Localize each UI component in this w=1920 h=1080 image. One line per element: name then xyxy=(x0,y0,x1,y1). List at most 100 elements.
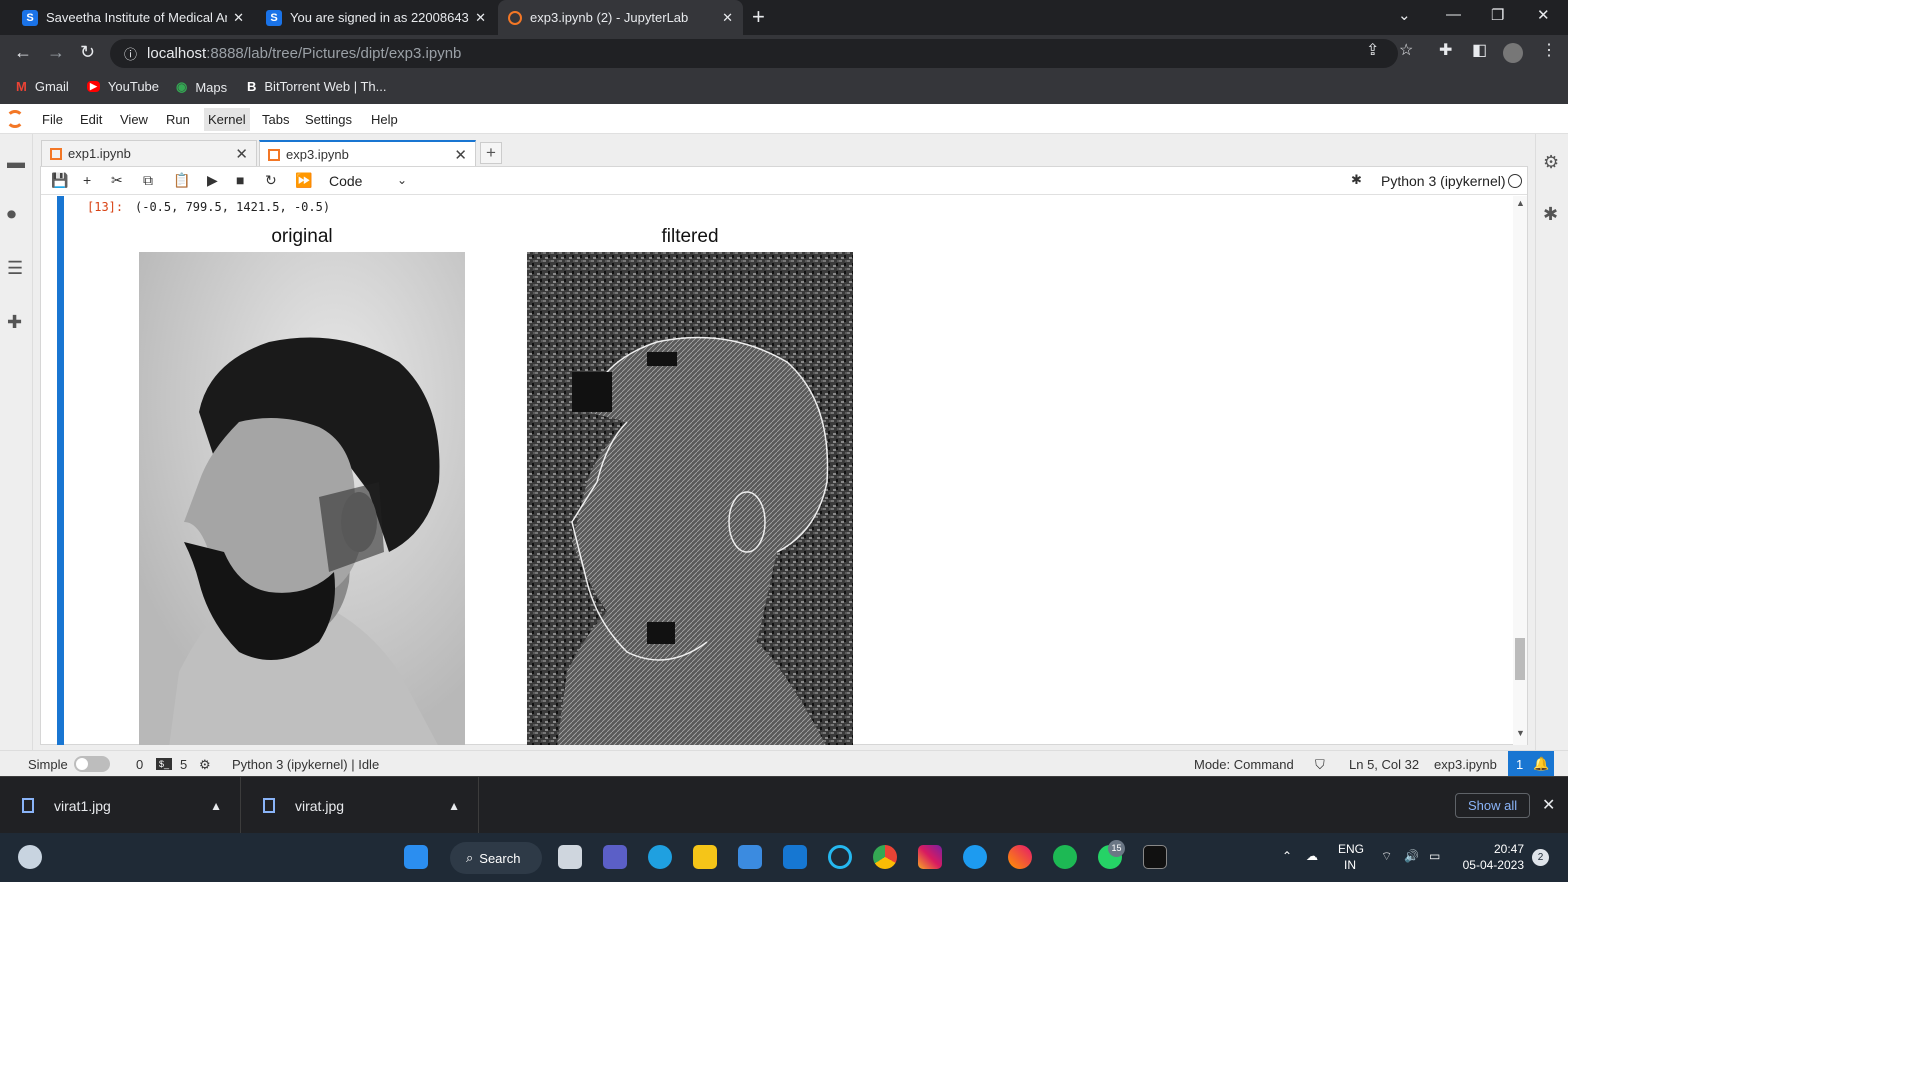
copy-icon[interactable]: ⧉ xyxy=(143,172,153,189)
restart-icon[interactable]: ↻ xyxy=(265,172,277,189)
running-kernels-icon[interactable]: ⏺ xyxy=(7,204,16,225)
windows-start-icon[interactable] xyxy=(404,845,428,869)
cortana-icon[interactable] xyxy=(828,845,852,869)
kernels-count[interactable]: 5 xyxy=(180,757,187,772)
run-icon[interactable]: ▶ xyxy=(207,172,218,189)
download-item-virat1[interactable]: virat1.jpg ▲ xyxy=(0,777,241,834)
cell-type-select[interactable]: Code xyxy=(329,173,362,189)
terminals-count[interactable]: 0 xyxy=(136,757,143,772)
share-icon[interactable]: ⇪ xyxy=(1366,40,1379,60)
close-icon[interactable]: ✕ xyxy=(475,10,486,26)
property-inspector-gear-icon[interactable]: ⚙ xyxy=(1543,152,1559,173)
chevron-up-icon[interactable]: ⌃ xyxy=(1282,849,1292,863)
profile-avatar[interactable] xyxy=(1503,43,1523,63)
notification-center-badge[interactable]: 2 xyxy=(1532,849,1549,866)
terminal-icon[interactable] xyxy=(1143,845,1167,869)
kernel-sessions-icon[interactable]: ⚙ xyxy=(199,757,211,773)
menu-kernel[interactable]: Kernel xyxy=(204,108,250,131)
new-tab-button[interactable]: + xyxy=(752,4,765,30)
window-close-icon[interactable]: ✕ xyxy=(1537,6,1550,24)
bookmark-bittorrent[interactable]: B BitTorrent Web | Th... xyxy=(247,79,387,94)
paste-icon[interactable]: 📋 xyxy=(173,172,190,189)
back-arrow-icon[interactable]: ← xyxy=(14,42,32,63)
close-icon[interactable]: ✕ xyxy=(722,10,733,26)
new-launcher-button[interactable]: + xyxy=(480,142,502,164)
forward-arrow-icon[interactable]: → xyxy=(47,42,65,63)
battery-icon[interactable]: ▭ xyxy=(1429,849,1440,863)
table-of-contents-icon[interactable]: ☰ xyxy=(7,258,23,279)
weather-icon[interactable] xyxy=(18,845,42,869)
bookmark-gmail[interactable]: M Gmail xyxy=(16,79,69,94)
bookmark-star-icon[interactable]: ☆ xyxy=(1399,40,1413,60)
scrollbar-thumb[interactable] xyxy=(1515,638,1525,680)
chevron-down-icon[interactable]: ⌄ xyxy=(397,173,407,187)
save-icon[interactable]: 💾 xyxy=(51,172,68,189)
download-item-virat[interactable]: virat.jpg ▲ xyxy=(241,777,479,834)
insert-cell-icon[interactable]: + xyxy=(83,172,91,188)
extensions-puzzle-icon[interactable]: ✚ xyxy=(1439,40,1452,60)
vertical-scrollbar[interactable]: ▲ ▼ xyxy=(1513,196,1527,745)
browser-tab-saveetha[interactable]: S Saveetha Institute of Medical And ✕ xyxy=(12,0,254,35)
bookmark-maps[interactable]: ◉ Maps xyxy=(176,79,227,95)
folder-icon[interactable]: ▬ xyxy=(7,152,25,173)
browser-menu-icon[interactable]: ⋮ xyxy=(1541,40,1557,60)
firefox-icon[interactable] xyxy=(1008,845,1032,869)
notifications-button[interactable]: 1 🔔 xyxy=(1508,751,1554,777)
menu-tabs[interactable]: Tabs xyxy=(262,112,289,127)
kernel-name[interactable]: Python 3 (ipykernel) xyxy=(1381,173,1506,189)
show-all-downloads-button[interactable]: Show all xyxy=(1455,793,1531,818)
close-icon[interactable]: ✕ xyxy=(233,10,244,26)
system-clock[interactable]: 20:47 05-04-2023 xyxy=(1458,841,1524,873)
fast-forward-icon[interactable]: ⏩ xyxy=(295,172,312,189)
chrome-icon[interactable] xyxy=(873,845,897,869)
extensions-icon[interactable]: ✚ xyxy=(7,312,22,333)
region-indicator[interactable]: IN xyxy=(1344,858,1356,872)
debugger-bug-icon[interactable]: ✱ xyxy=(1543,204,1558,225)
menu-edit[interactable]: Edit xyxy=(80,112,102,127)
taskbar-search[interactable]: ⌕ Search xyxy=(450,842,542,874)
onedrive-icon[interactable]: ☁ xyxy=(1306,849,1318,863)
chevron-up-icon[interactable]: ▲ xyxy=(448,799,460,813)
spotify-icon[interactable] xyxy=(1053,845,1077,869)
cut-icon[interactable]: ✂ xyxy=(111,172,123,189)
menu-run[interactable]: Run xyxy=(166,112,190,127)
doc-tab-exp3[interactable]: exp3.ipynb ✕ xyxy=(259,140,476,167)
wifi-icon[interactable]: ⌔ xyxy=(1381,849,1392,864)
terminal-icon[interactable]: $_ xyxy=(156,758,173,770)
menu-help[interactable]: Help xyxy=(371,112,398,127)
doc-tab-exp1[interactable]: exp1.ipynb ✕ xyxy=(41,140,257,166)
scroll-up-arrow-icon[interactable]: ▲ xyxy=(1516,198,1525,208)
active-cell-marker[interactable] xyxy=(57,196,64,745)
restore-icon[interactable]: ❐ xyxy=(1491,6,1504,24)
simple-mode-toggle[interactable] xyxy=(74,756,110,772)
notebook-cells[interactable]: [13]: (-0.5, 799.5, 1421.5, -0.5) origin… xyxy=(41,196,1527,745)
menu-file[interactable]: File xyxy=(42,112,63,127)
address-bar[interactable]: ⓘ localhost:8888/lab/tree/Pictures/dipt/… xyxy=(110,39,1398,68)
reload-icon[interactable]: ↻ xyxy=(80,42,95,63)
bookmark-youtube[interactable]: ▶ YouTube xyxy=(87,79,159,94)
instagram-icon[interactable] xyxy=(918,845,942,869)
kernel-state[interactable]: Python 3 (ipykernel) | Idle xyxy=(232,757,379,772)
mail-icon[interactable] xyxy=(738,845,762,869)
menu-view[interactable]: View xyxy=(120,112,148,127)
scroll-down-arrow-icon[interactable]: ▼ xyxy=(1516,728,1525,738)
browser-tab-signed-in[interactable]: S You are signed in as 22008643 ✕ xyxy=(256,0,496,35)
close-icon[interactable]: ✕ xyxy=(454,146,467,164)
volume-icon[interactable]: 🔊 xyxy=(1404,849,1419,863)
file-explorer-icon[interactable] xyxy=(693,845,717,869)
language-indicator[interactable]: ENG xyxy=(1338,842,1364,856)
stop-icon[interactable]: ■ xyxy=(236,172,244,188)
task-view-icon[interactable] xyxy=(558,845,582,869)
debugger-bug-icon[interactable]: ✱ xyxy=(1351,172,1362,188)
site-info-icon[interactable]: ⓘ xyxy=(124,44,137,63)
close-icon[interactable]: ✕ xyxy=(1542,795,1555,815)
close-icon[interactable]: ✕ xyxy=(235,145,248,163)
browser-tab-jupyterlab[interactable]: exp3.ipynb (2) - JupyterLab ✕ xyxy=(498,0,743,35)
myhp-icon[interactable] xyxy=(783,845,807,869)
minimize-icon[interactable]: — xyxy=(1446,6,1461,23)
teams-chat-icon[interactable] xyxy=(603,845,627,869)
cursor-position[interactable]: Ln 5, Col 32 xyxy=(1349,757,1419,772)
menu-settings[interactable]: Settings xyxy=(305,112,352,127)
twitter-icon[interactable] xyxy=(963,845,987,869)
tab-search-chevron-icon[interactable]: ⌄ xyxy=(1398,6,1411,24)
